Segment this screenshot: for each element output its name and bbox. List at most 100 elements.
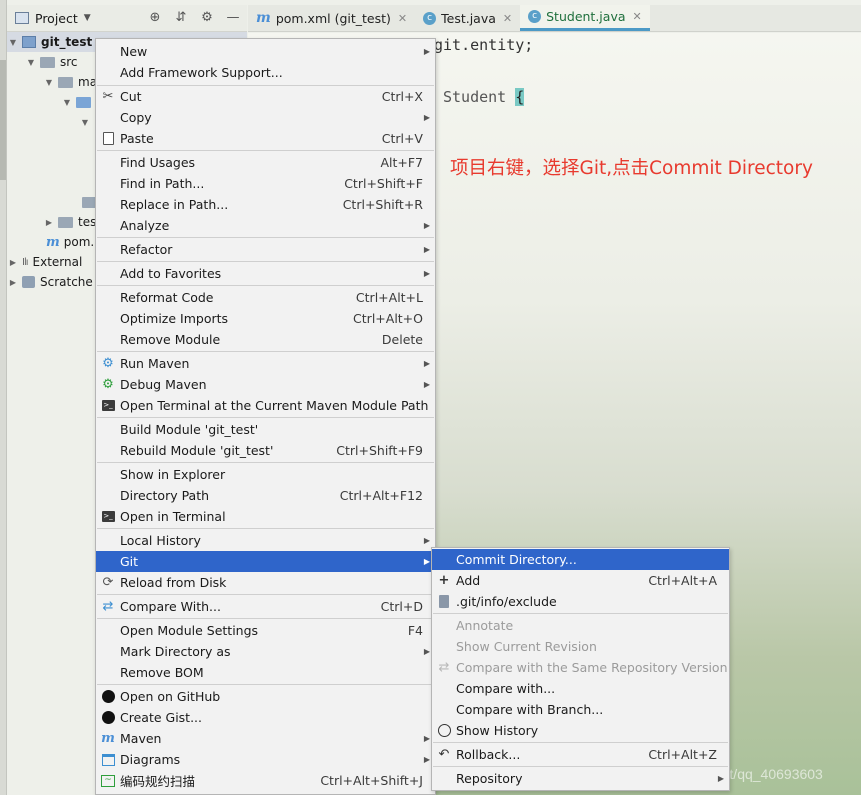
tree-item-package[interactable]: ▼: [79, 112, 91, 132]
submenu-arrow-icon: ▶: [423, 221, 430, 230]
menu-item-add-framework-support[interactable]: Add Framework Support...: [96, 62, 435, 83]
menu-item-copy[interactable]: Copy ▶: [96, 107, 435, 128]
menu-item-rollback[interactable]: ↶ Rollback... Ctrl+Alt+Z: [432, 744, 729, 765]
close-icon[interactable]: ✕: [503, 12, 512, 25]
menu-item-shortcut: Ctrl+Alt+Shift+J: [320, 773, 423, 788]
menu-item-run-maven[interactable]: ⚙ Run Maven ▶: [96, 353, 435, 374]
menu-separator: [97, 684, 434, 685]
gear-icon[interactable]: ⚙: [199, 9, 215, 27]
menu-item-reformat-code[interactable]: Reformat Code Ctrl+Alt+L: [96, 287, 435, 308]
expand-arrow-icon[interactable]: ▼: [61, 98, 73, 107]
menu-item-diagrams[interactable]: Diagrams ▶: [96, 749, 435, 770]
tree-item-java[interactable]: ▼: [61, 92, 96, 112]
project-panel-title[interactable]: Project: [35, 11, 78, 26]
menu-item-label: Local History: [120, 533, 201, 548]
tree-item-external-libraries[interactable]: ▶ Ilı External: [7, 252, 82, 272]
menu-item-cut[interactable]: ✂ Cut Ctrl+X: [96, 86, 435, 107]
menu-item-paste[interactable]: Paste Ctrl+V: [96, 128, 435, 149]
expand-arrow-icon[interactable]: ▼: [79, 118, 91, 127]
menu-item-reload-from-disk[interactable]: ⟳ Reload from Disk: [96, 572, 435, 593]
tab-student-java[interactable]: c Student.java ✕: [520, 5, 650, 31]
scan-icon: ~: [100, 773, 116, 789]
menu-item-find-usages[interactable]: Find Usages Alt+F7: [96, 152, 435, 173]
folder-icon: [58, 76, 73, 88]
menu-item-label: Maven: [120, 731, 162, 746]
menu-item-replace-in-path[interactable]: Replace in Path... Ctrl+Shift+R: [96, 194, 435, 215]
menu-item-open-on-github[interactable]: Open on GitHub: [96, 686, 435, 707]
menu-item-refactor[interactable]: Refactor ▶: [96, 239, 435, 260]
module-icon: [22, 36, 36, 48]
submenu-arrow-icon: ▶: [423, 536, 430, 545]
menu-separator: [433, 742, 728, 743]
expand-arrow-icon[interactable]: ▼: [7, 38, 19, 47]
menu-item-add-to-favorites[interactable]: Add to Favorites ▶: [96, 263, 435, 284]
tab-label: pom.xml (git_test): [275, 10, 391, 26]
git-submenu: Commit Directory... + Add Ctrl+Alt+A .gi…: [431, 547, 730, 791]
class-name: Student: [443, 88, 507, 106]
locate-icon[interactable]: ⊕: [147, 9, 163, 27]
menu-item-mark-directory-as[interactable]: Mark Directory as ▶: [96, 641, 435, 662]
tree-item-test[interactable]: ▶ tes: [43, 212, 96, 232]
menu-item-compare-with[interactable]: ⇄ Compare With... Ctrl+D: [96, 596, 435, 617]
menu-item-shortcut: Alt+F7: [380, 155, 423, 170]
tree-item-pom[interactable]: m pom.: [43, 232, 94, 252]
plus-icon: +: [438, 573, 450, 588]
menu-item-optimize-imports[interactable]: Optimize Imports Ctrl+Alt+O: [96, 308, 435, 329]
collapse-all-icon[interactable]: ⇵: [173, 9, 189, 27]
class-icon: c: [423, 11, 437, 25]
menu-item-open-in-terminal[interactable]: >_ Open in Terminal: [96, 506, 435, 527]
gear-icon: ⚙: [102, 356, 114, 371]
menu-item-repository[interactable]: Repository ▶: [432, 768, 729, 789]
menu-item-show-history[interactable]: Show History: [432, 720, 729, 741]
menu-item-git-add[interactable]: + Add Ctrl+Alt+A: [432, 570, 729, 591]
tree-item-src[interactable]: ▼ src: [25, 52, 78, 72]
github-icon: [100, 689, 116, 705]
menu-item-commit-directory[interactable]: Commit Directory...: [432, 549, 729, 570]
menu-item-remove-module[interactable]: Remove Module Delete: [96, 329, 435, 350]
menu-separator: [97, 528, 434, 529]
tab-label: Student.java: [546, 9, 626, 24]
menu-item-new[interactable]: New ▶: [96, 41, 435, 62]
menu-item-label: Reload from Disk: [120, 575, 227, 590]
menu-item-compare-with[interactable]: Compare with...: [432, 678, 729, 699]
menu-separator: [97, 351, 434, 352]
menu-item-show-current-revision: Show Current Revision: [432, 636, 729, 657]
expand-arrow-icon[interactable]: ▶: [7, 258, 19, 267]
menu-item-open-module-settings[interactable]: Open Module Settings F4: [96, 620, 435, 641]
menu-item-label: Debug Maven: [120, 377, 207, 392]
tab-pom-xml[interactable]: m pom.xml (git_test) ✕: [248, 5, 415, 31]
expand-arrow-icon[interactable]: ▶: [7, 278, 19, 287]
menu-item-rebuild-module[interactable]: Rebuild Module 'git_test' Ctrl+Shift+F9: [96, 440, 435, 461]
menu-item-git-exclude[interactable]: .git/info/exclude: [432, 591, 729, 612]
menu-separator: [97, 618, 434, 619]
chevron-down-icon[interactable]: ▼: [84, 13, 91, 23]
tree-item-main[interactable]: ▼ ma: [43, 72, 97, 92]
menu-item-shortcut: Ctrl+Shift+F: [344, 176, 423, 191]
menu-item-local-history[interactable]: Local History ▶: [96, 530, 435, 551]
library-icon: Ilı: [22, 256, 28, 268]
tree-item-scratches[interactable]: ▶ Scratche: [7, 272, 93, 292]
tab-test-java[interactable]: c Test.java ✕: [415, 5, 520, 31]
expand-arrow-icon[interactable]: ▼: [25, 58, 37, 67]
close-icon[interactable]: ✕: [398, 12, 407, 25]
menu-item-build-module[interactable]: Build Module 'git_test': [96, 419, 435, 440]
menu-item-code-scan[interactable]: ~ 编码规约扫描 Ctrl+Alt+Shift+J: [96, 770, 435, 791]
menu-item-create-gist[interactable]: Create Gist...: [96, 707, 435, 728]
expand-arrow-icon[interactable]: ▶: [43, 218, 55, 227]
project-side-tab[interactable]: [0, 60, 6, 180]
menu-item-analyze[interactable]: Analyze ▶: [96, 215, 435, 236]
minimize-icon[interactable]: —: [225, 9, 241, 27]
menu-item-open-terminal-maven[interactable]: >_ Open Terminal at the Current Maven Mo…: [96, 395, 435, 416]
menu-item-maven[interactable]: m Maven ▶: [96, 728, 435, 749]
menu-item-label: Compare with...: [456, 681, 556, 696]
menu-item-debug-maven[interactable]: ⚙ Debug Maven ▶: [96, 374, 435, 395]
close-icon[interactable]: ✕: [633, 10, 642, 23]
expand-arrow-icon[interactable]: ▼: [43, 78, 55, 87]
menu-item-directory-path[interactable]: Directory Path Ctrl+Alt+F12: [96, 485, 435, 506]
menu-item-git[interactable]: Git ▶: [96, 551, 435, 572]
menu-item-find-in-path[interactable]: Find in Path... Ctrl+Shift+F: [96, 173, 435, 194]
menu-item-show-in-explorer[interactable]: Show in Explorer: [96, 464, 435, 485]
menu-item-remove-bom[interactable]: Remove BOM: [96, 662, 435, 683]
menu-item-label: Compare With...: [120, 599, 221, 614]
menu-item-compare-with-branch[interactable]: Compare with Branch...: [432, 699, 729, 720]
